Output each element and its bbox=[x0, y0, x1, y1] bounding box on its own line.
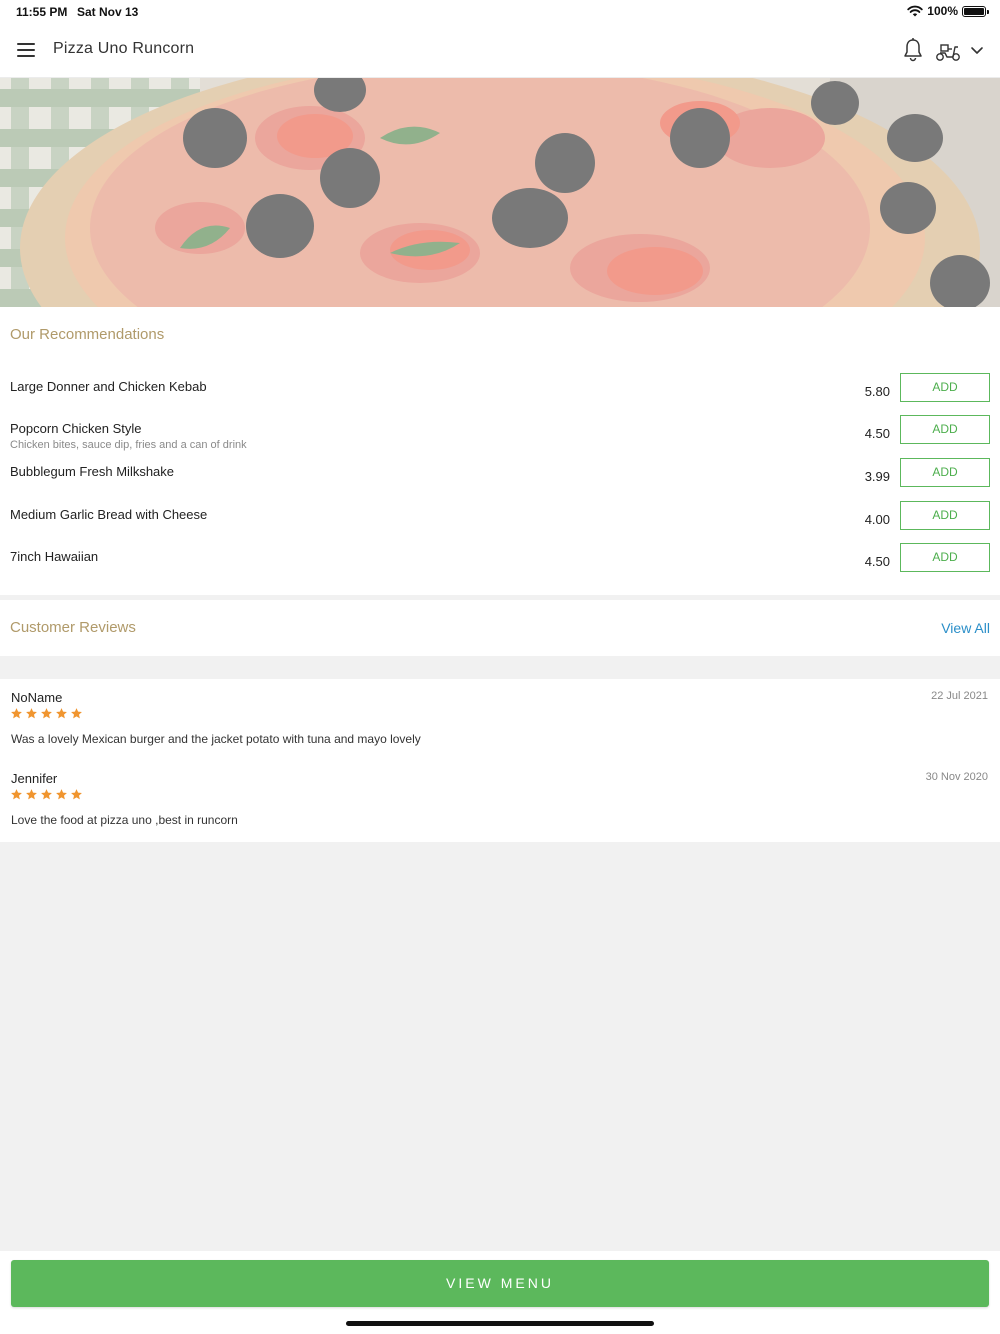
item-name: Medium Garlic Bread with Cheese bbox=[10, 507, 208, 522]
item-name: Large Donner and Chicken Kebab bbox=[10, 379, 207, 394]
star-icon bbox=[41, 708, 52, 719]
status-bar: 11:55 PM Sat Nov 13 100% bbox=[0, 0, 1000, 24]
item-price: 4.00 bbox=[864, 512, 890, 527]
wifi-icon bbox=[907, 5, 923, 17]
add-button[interactable]: ADD bbox=[900, 415, 990, 444]
star-icon bbox=[26, 708, 37, 719]
review-text: Love the food at pizza uno ,best in runc… bbox=[11, 813, 238, 827]
star-icon bbox=[11, 789, 22, 800]
page-title: Pizza Uno Runcorn bbox=[53, 40, 195, 57]
list-item: 7inch Hawaiian 4.50 ADD bbox=[0, 543, 1000, 591]
review-text: Was a lovely Mexican burger and the jack… bbox=[11, 732, 421, 746]
reviewer-name: NoName bbox=[11, 690, 63, 705]
add-button[interactable]: ADD bbox=[900, 458, 990, 487]
star-icon bbox=[56, 789, 67, 800]
review-item: Jennifer 30 Nov 2020 Love the food at pi… bbox=[0, 771, 1000, 851]
add-button[interactable]: ADD bbox=[900, 501, 990, 530]
review-date: 22 Jul 2021 bbox=[931, 690, 988, 702]
hero-image bbox=[0, 78, 1000, 307]
star-icon bbox=[11, 708, 22, 719]
bell-icon[interactable] bbox=[900, 37, 926, 63]
home-indicator bbox=[346, 1321, 654, 1326]
recommendations-section: Our Recommendations Large Donner and Chi… bbox=[0, 307, 1000, 595]
item-price: 4.50 bbox=[864, 554, 890, 569]
star-icon bbox=[71, 708, 82, 719]
view-menu-button[interactable]: VIEW MENU bbox=[11, 1260, 989, 1307]
battery-percent: 100% bbox=[927, 4, 958, 18]
app-header: Pizza Uno Runcorn bbox=[0, 24, 1000, 78]
list-item: Bubblegum Fresh Milkshake 3.99 ADD bbox=[0, 458, 1000, 506]
review-date: 30 Nov 2020 bbox=[925, 771, 988, 783]
add-button[interactable]: ADD bbox=[900, 373, 990, 402]
star-icon bbox=[71, 789, 82, 800]
item-name: Popcorn Chicken Style bbox=[10, 421, 142, 436]
star-rating bbox=[10, 707, 83, 720]
add-button[interactable]: ADD bbox=[900, 543, 990, 572]
item-description: Chicken bites, sauce dip, fries and a ca… bbox=[10, 439, 247, 451]
reviews-title: Customer Reviews bbox=[10, 619, 136, 636]
status-right: 100% bbox=[907, 4, 989, 18]
list-item: Medium Garlic Bread with Cheese 4.00 ADD bbox=[0, 501, 1000, 549]
status-time: 11:55 PM bbox=[16, 5, 68, 19]
item-price: 5.80 bbox=[864, 384, 890, 399]
view-all-link[interactable]: View All bbox=[941, 620, 990, 636]
battery-icon bbox=[962, 5, 989, 17]
item-price: 3.99 bbox=[864, 469, 890, 484]
menu-icon[interactable] bbox=[17, 42, 37, 58]
reviews-list: NoName 22 Jul 2021 Was a lovely Mexican … bbox=[0, 679, 1000, 842]
reviews-header: Customer Reviews View All bbox=[0, 600, 1000, 656]
list-item: Popcorn Chicken Style Chicken bites, sau… bbox=[0, 415, 1000, 463]
star-icon bbox=[26, 789, 37, 800]
status-date: Sat Nov 13 bbox=[77, 5, 139, 19]
recommendations-title: Our Recommendations bbox=[10, 326, 165, 343]
chevron-down-icon[interactable] bbox=[967, 41, 987, 61]
review-item: NoName 22 Jul 2021 Was a lovely Mexican … bbox=[0, 690, 1000, 770]
star-rating bbox=[10, 788, 83, 801]
star-icon bbox=[41, 789, 52, 800]
reviewer-name: Jennifer bbox=[11, 771, 58, 786]
item-name: Bubblegum Fresh Milkshake bbox=[10, 464, 175, 479]
item-name: 7inch Hawaiian bbox=[10, 549, 99, 564]
scooter-icon[interactable] bbox=[934, 39, 962, 63]
list-item: Large Donner and Chicken Kebab 5.80 ADD bbox=[0, 373, 1000, 421]
star-icon bbox=[56, 708, 67, 719]
item-price: 4.50 bbox=[864, 426, 890, 441]
